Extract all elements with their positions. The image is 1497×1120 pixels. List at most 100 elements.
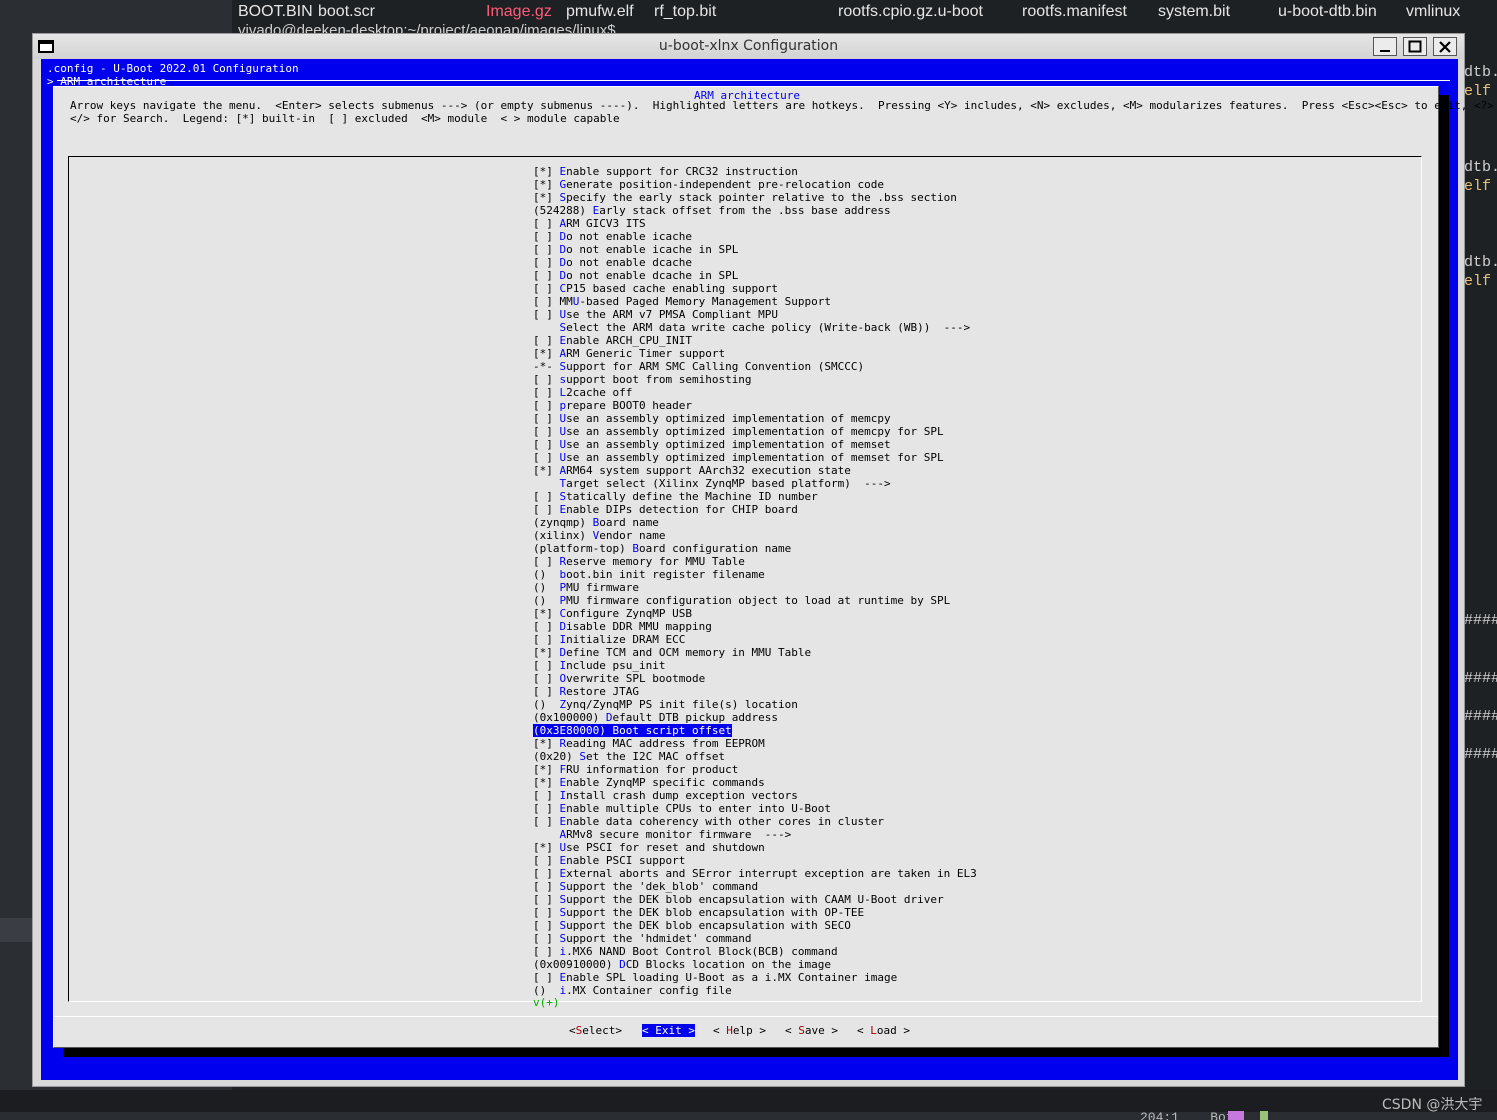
background-terminal-fragment: ##### bbox=[1464, 670, 1497, 687]
menu-item[interactable]: [ ] Install crash dump exception vectors bbox=[533, 789, 977, 802]
menu-item[interactable]: [*] Configure ZynqMP USB bbox=[533, 607, 977, 620]
menu-item[interactable]: Select the ARM data write cache policy (… bbox=[533, 321, 977, 334]
menu-item[interactable]: [*] FRU information for product bbox=[533, 763, 977, 776]
menu-item[interactable]: [*] Define TCM and OCM memory in MMU Tab… bbox=[533, 646, 977, 659]
window-titlebar[interactable]: u-boot-xlnx Configuration bbox=[33, 34, 1464, 59]
menu-item[interactable]: [ ] Enable ARCH_CPU_INIT bbox=[533, 334, 977, 347]
menu-item[interactable]: [ ] Disable DDR MMU mapping bbox=[533, 620, 977, 633]
menu-item[interactable]: [ ] Include psu_init bbox=[533, 659, 977, 672]
menu-item-prefix: [ ] bbox=[533, 282, 560, 295]
menu-item[interactable]: -*- Support for ARM SMC Calling Conventi… bbox=[533, 360, 977, 373]
menu-item-label: xternal aborts and SError interrupt exce… bbox=[566, 867, 977, 880]
menu-item[interactable]: () Zynq/ZynqMP PS init file(s) location bbox=[533, 698, 977, 711]
menu-item[interactable]: () PMU firmware configuration object to … bbox=[533, 594, 977, 607]
menu-item[interactable]: [ ] ARM GICV3 ITS bbox=[533, 217, 977, 230]
menu-item[interactable]: [ ] Use the ARM v7 PMSA Compliant MPU bbox=[533, 308, 977, 321]
menu-item[interactable]: () boot.bin init register filename bbox=[533, 568, 977, 581]
menu-item[interactable]: [ ] Use an assembly optimized implementa… bbox=[533, 451, 977, 464]
menu-item[interactable]: [ ] Enable PSCI support bbox=[533, 854, 977, 867]
menu-item[interactable]: [ ] support boot from semihosting bbox=[533, 373, 977, 386]
menu-item-prefix: [ ] bbox=[533, 880, 560, 893]
menu-item[interactable]: [ ] Reserve memory for MMU Table bbox=[533, 555, 977, 568]
load-button[interactable]: < Load > bbox=[857, 1024, 910, 1037]
menu-item-label: upport the DEK blob encapsulation with S… bbox=[566, 919, 851, 932]
button-bracket: < bbox=[713, 1024, 727, 1037]
menu-item-label: upport the 'hdmidet' command bbox=[566, 932, 752, 945]
maximize-button[interactable] bbox=[1403, 37, 1427, 56]
menu-item-label: eserve memory for MMU Table bbox=[566, 555, 745, 568]
menu-item[interactable]: [ ] Support the 'dek_blob' command bbox=[533, 880, 977, 893]
menu-item[interactable]: [ ] MMU-based Paged Memory Management Su… bbox=[533, 295, 977, 308]
menu-item[interactable]: [ ] Support the DEK blob encapsulation w… bbox=[533, 893, 977, 906]
menu-item[interactable]: [ ] L2cache off bbox=[533, 386, 977, 399]
menu-item[interactable]: [ ] Do not enable icache in SPL bbox=[533, 243, 977, 256]
menu-item-label: estore JTAG bbox=[566, 685, 639, 698]
help-line-2: </> for Search. Legend: [*] built-in [ ]… bbox=[70, 112, 620, 125]
menu-item[interactable]: [ ] External aborts and SError interrupt… bbox=[533, 867, 977, 880]
menu-item-label: tatically define the Machine ID number bbox=[566, 490, 818, 503]
menu-item[interactable]: [ ] Initialize DRAM ECC bbox=[533, 633, 977, 646]
menu-item[interactable]: ARMv8 secure monitor firmware ---> bbox=[533, 828, 977, 841]
menu-item[interactable]: [*] Use PSCI for reset and shutdown bbox=[533, 841, 977, 854]
menu-list: [*] Enable support for CRC32 instruction… bbox=[533, 165, 977, 997]
background-file-name: vmlinux bbox=[1406, 3, 1461, 20]
menu-item[interactable]: (xilinx) Vendor name bbox=[533, 529, 977, 542]
background-file-name: pmufw.elf bbox=[566, 3, 634, 20]
menu-item[interactable]: [ ] prepare BOOT0 header bbox=[533, 399, 977, 412]
menu-item[interactable]: [ ] Enable multiple CPUs to enter into U… bbox=[533, 802, 977, 815]
save-button[interactable]: < Save > bbox=[785, 1024, 838, 1037]
menu-item[interactable]: [*] Reading MAC address from EEPROM bbox=[533, 737, 977, 750]
menu-list-box[interactable]: [*] Enable support for CRC32 instruction… bbox=[68, 156, 1422, 1009]
menu-item[interactable]: [ ] Do not enable dcache in SPL bbox=[533, 269, 977, 282]
menu-item[interactable]: () PMU firmware bbox=[533, 581, 977, 594]
menu-item[interactable]: [ ] Overwrite SPL bootmode bbox=[533, 672, 977, 685]
menu-item[interactable]: [ ] Support the DEK blob encapsulation w… bbox=[533, 906, 977, 919]
menu-item[interactable]: (0x100000) Default DTB pickup address bbox=[533, 711, 977, 724]
menu-item[interactable]: [ ] Do not enable icache bbox=[533, 230, 977, 243]
menu-item[interactable]: [*] Generate position-independent pre-re… bbox=[533, 178, 977, 191]
menu-item[interactable]: [ ] Use an assembly optimized implementa… bbox=[533, 425, 977, 438]
menu-item-hotkey: S bbox=[579, 750, 586, 763]
menu-item-label: .MX Container config file bbox=[566, 984, 732, 997]
menu-item-label: CD Blocks location on the image bbox=[625, 958, 832, 971]
menu-item[interactable]: [ ] Do not enable dcache bbox=[533, 256, 977, 269]
menu-item[interactable]: (0x00910000) DCD Blocks location on the … bbox=[533, 958, 977, 971]
menu-item-prefix: [*] bbox=[533, 165, 560, 178]
menu-item-prefix: [*] bbox=[533, 841, 560, 854]
minimize-button[interactable] bbox=[1373, 37, 1397, 56]
menu-item-label: o not enable icache bbox=[566, 230, 692, 243]
menu-item[interactable]: [ ] Use an assembly optimized implementa… bbox=[533, 438, 977, 451]
menu-item[interactable]: [ ] Use an assembly optimized implementa… bbox=[533, 412, 977, 425]
menu-item[interactable]: () i.MX Container config file bbox=[533, 984, 977, 997]
menu-item-selected[interactable]: (0x3E80000) Boot script offset bbox=[533, 724, 732, 737]
menu-item[interactable]: Target select (Xilinx ZynqMP based platf… bbox=[533, 477, 977, 490]
exit-button[interactable]: < Exit > bbox=[642, 1024, 695, 1037]
menu-item-label: se an assembly optimized implementation … bbox=[566, 425, 944, 438]
help-button[interactable]: < Help > bbox=[713, 1024, 766, 1037]
close-button[interactable] bbox=[1433, 37, 1457, 56]
menu-item[interactable]: [ ] Enable DIPs detection for CHIP board bbox=[533, 503, 977, 516]
menu-item-label: upport the DEK blob encapsulation with O… bbox=[566, 906, 865, 919]
menu-item[interactable]: [ ] Statically define the Machine ID num… bbox=[533, 490, 977, 503]
menu-item[interactable]: [*] Enable ZynqMP specific commands bbox=[533, 776, 977, 789]
help-line-1: Arrow keys navigate the menu. <Enter> se… bbox=[70, 99, 1497, 112]
menu-item[interactable]: [ ] CP15 based cache enabling support bbox=[533, 282, 977, 295]
menu-item[interactable]: (524288) Early stack offset from the .bs… bbox=[533, 204, 977, 217]
menu-item-label: oard configuration name bbox=[638, 542, 792, 555]
select-button[interactable]: <Select> bbox=[569, 1024, 622, 1037]
menu-item[interactable]: [ ] Support the DEK blob encapsulation w… bbox=[533, 919, 977, 932]
menu-item[interactable]: [ ] i.MX6 NAND Boot Control Block(BCB) c… bbox=[533, 945, 977, 958]
terminal-screen[interactable]: .config - U-Boot 2022.01 Configuration >… bbox=[41, 59, 1494, 1080]
menu-item[interactable]: [ ] Support the 'hdmidet' command bbox=[533, 932, 977, 945]
menu-item[interactable]: [*] Specify the early stack pointer rela… bbox=[533, 191, 977, 204]
menu-item-label: enerate position-independent pre-relocat… bbox=[566, 178, 885, 191]
menu-item[interactable]: [*] ARM64 system support AArch32 executi… bbox=[533, 464, 977, 477]
menu-item[interactable]: [ ] Restore JTAG bbox=[533, 685, 977, 698]
menu-item[interactable]: (zynqmp) Board name bbox=[533, 516, 977, 529]
menu-item[interactable]: [*] ARM Generic Timer support bbox=[533, 347, 977, 360]
menu-item[interactable]: [ ] Enable SPL loading U-Boot as a i.MX … bbox=[533, 971, 977, 984]
menu-item[interactable]: (platform-top) Board configuration name bbox=[533, 542, 977, 555]
menu-item[interactable]: (0x20) Set the I2C MAC offset bbox=[533, 750, 977, 763]
menu-item[interactable]: [ ] Enable data coherency with other cor… bbox=[533, 815, 977, 828]
menu-item[interactable]: [*] Enable support for CRC32 instruction bbox=[533, 165, 977, 178]
